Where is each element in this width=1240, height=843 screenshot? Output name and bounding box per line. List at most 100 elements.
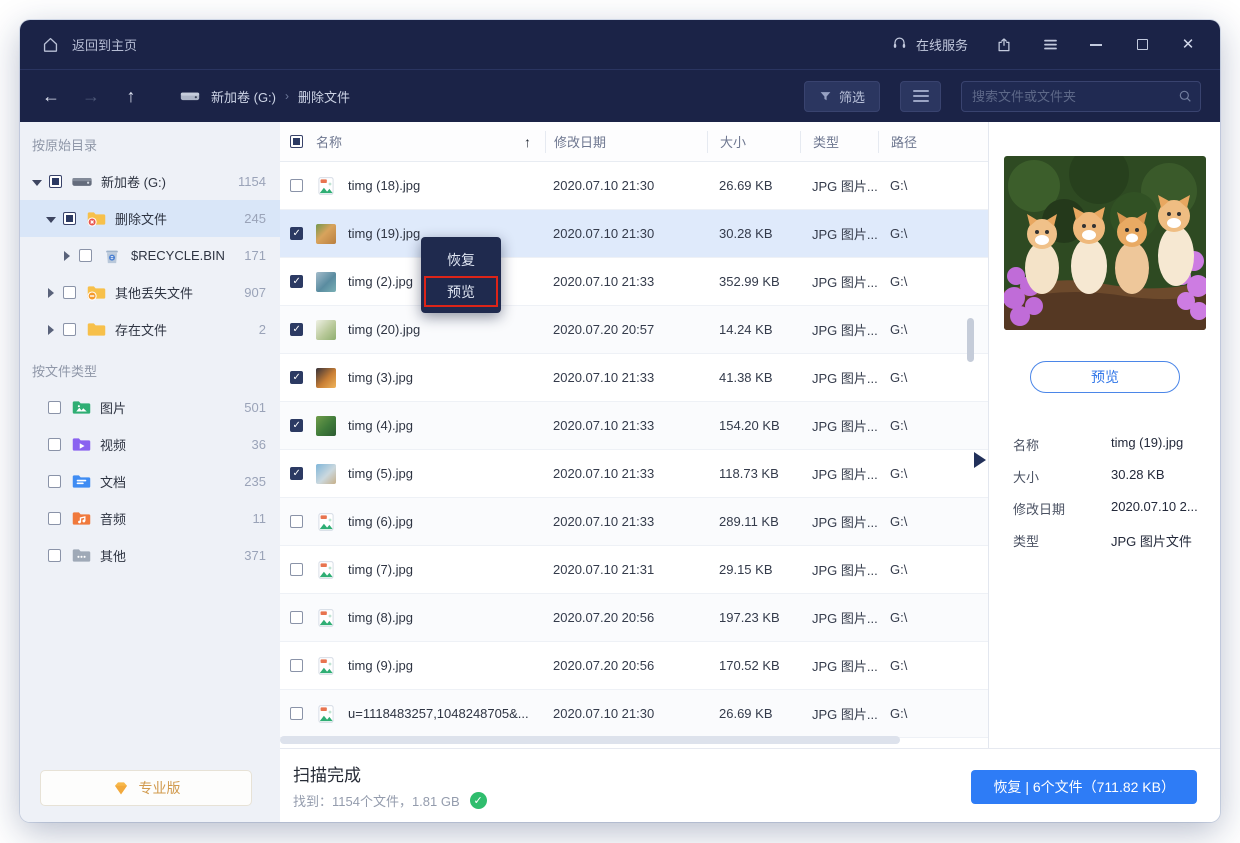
filetype-item-doc[interactable]: 文档235 — [20, 463, 280, 500]
tree-checkbox[interactable] — [79, 249, 92, 262]
tree-checkbox[interactable] — [63, 212, 76, 225]
file-path: G:\ — [878, 370, 988, 385]
detail-row: 名称timg (19).jpg — [989, 435, 1220, 455]
row-checkbox[interactable] — [290, 371, 303, 384]
forward-button[interactable]: → — [80, 87, 102, 105]
row-checkbox[interactable] — [290, 179, 303, 192]
up-button[interactable]: ↑ — [120, 87, 142, 105]
tree-item--recycle-bin[interactable]: $RECYCLE.BIN171 — [20, 237, 280, 274]
row-checkbox[interactable] — [290, 467, 303, 480]
table-row[interactable]: timg (2).jpg2020.07.10 21:33352.99 KBJPG… — [280, 258, 988, 306]
share-icon[interactable] — [994, 35, 1014, 55]
tree-item-label: $RECYCLE.BIN — [131, 248, 225, 263]
file-type: JPG 图片... — [800, 512, 878, 531]
table-row[interactable]: timg (6).jpg2020.07.10 21:33289.11 KBJPG… — [280, 498, 988, 546]
file-type: JPG 图片... — [800, 464, 878, 483]
tree-collapsed-icon[interactable] — [46, 288, 56, 298]
table-row[interactable]: timg (20).jpg2020.07.20 20:5714.24 KBJPG… — [280, 306, 988, 354]
table-row[interactable]: timg (19).jpg2020.07.10 21:3030.28 KBJPG… — [280, 210, 988, 258]
filter-button[interactable]: 筛选 — [804, 81, 880, 112]
context-menu-item-preview[interactable]: 预览 — [424, 276, 498, 307]
table-row[interactable]: u=1118483257,1048248705&...2020.07.10 21… — [280, 690, 988, 738]
row-checkbox[interactable] — [290, 227, 303, 240]
breadcrumb-drive[interactable]: 新加卷 (G:) — [211, 87, 276, 106]
menu-icon[interactable] — [1040, 35, 1060, 55]
filetype-checkbox[interactable] — [48, 549, 61, 562]
detail-label: 修改日期 — [1013, 499, 1065, 518]
context-menu-item-recover[interactable]: 恢复 — [421, 243, 501, 276]
file-type: JPG 图片... — [800, 560, 878, 579]
preview-collapse-arrow[interactable] — [974, 452, 986, 468]
column-path[interactable]: 路径 — [891, 132, 917, 151]
filetype-checkbox[interactable] — [48, 401, 61, 414]
breadcrumb-folder[interactable]: 删除文件 — [298, 87, 350, 106]
context-menu: 恢复预览 — [421, 237, 501, 313]
tree-checkbox[interactable] — [63, 323, 76, 336]
table-row[interactable]: timg (4).jpg2020.07.10 21:33154.20 KBJPG… — [280, 402, 988, 450]
type-image-icon — [70, 398, 92, 418]
row-checkbox[interactable] — [290, 275, 303, 288]
vertical-scrollbar[interactable] — [967, 318, 974, 362]
maximize-button[interactable] — [1132, 35, 1152, 55]
tree-item-drive[interactable]: 新加卷 (G:)1154 — [20, 163, 280, 200]
tree-collapsed-icon[interactable] — [46, 325, 56, 335]
tree-expanded-icon[interactable] — [32, 177, 42, 187]
file-path: G:\ — [878, 418, 988, 433]
row-checkbox[interactable] — [290, 611, 303, 624]
row-checkbox[interactable] — [290, 419, 303, 432]
column-name[interactable]: 名称 — [316, 132, 342, 151]
filetype-checkbox[interactable] — [48, 475, 61, 488]
filetype-checkbox[interactable] — [48, 512, 61, 525]
table-row[interactable]: timg (18).jpg2020.07.10 21:3026.69 KBJPG… — [280, 162, 988, 210]
row-checkbox[interactable] — [290, 707, 303, 720]
table-row[interactable]: timg (7).jpg2020.07.10 21:3129.15 KBJPG … — [280, 546, 988, 594]
image-thumbnail — [316, 224, 336, 244]
tree-checkbox[interactable] — [63, 286, 76, 299]
filetype-checkbox[interactable] — [48, 438, 61, 451]
table-row[interactable]: timg (5).jpg2020.07.10 21:33118.73 KBJPG… — [280, 450, 988, 498]
table-row[interactable]: timg (8).jpg2020.07.20 20:56197.23 KBJPG… — [280, 594, 988, 642]
minimize-button[interactable] — [1086, 35, 1106, 55]
table-row[interactable]: timg (3).jpg2020.07.10 21:3341.38 KBJPG … — [280, 354, 988, 402]
online-service-button[interactable]: 在线服务 — [891, 35, 968, 55]
select-all-checkbox[interactable] — [290, 135, 303, 148]
preview-button[interactable]: 预览 — [1030, 361, 1180, 393]
column-size[interactable]: 大小 — [720, 132, 746, 151]
recycle-bin-icon — [101, 246, 123, 266]
close-button[interactable]: ✕ — [1178, 35, 1198, 55]
row-checkbox[interactable] — [290, 563, 303, 576]
pro-version-button[interactable]: 专业版 — [40, 770, 252, 806]
column-type[interactable]: 类型 — [813, 132, 839, 151]
detail-row: 大小30.28 KB — [989, 467, 1220, 487]
file-type: JPG 图片... — [800, 656, 878, 675]
file-name: timg (8).jpg — [348, 610, 419, 625]
horizontal-scrollbar[interactable] — [280, 736, 900, 744]
drive-icon — [178, 86, 202, 106]
row-checkbox[interactable] — [290, 323, 303, 336]
tree-item--[interactable]: 其他丢失文件907 — [20, 274, 280, 311]
jpg-file-icon — [316, 560, 336, 580]
search-input[interactable] — [961, 81, 1201, 112]
filetype-item-video[interactable]: 视频36 — [20, 426, 280, 463]
sort-ascending-icon[interactable]: ↑ — [524, 134, 531, 150]
filetype-item-image[interactable]: 图片501 — [20, 389, 280, 426]
tree-collapsed-icon[interactable] — [62, 251, 72, 261]
tree-item--[interactable]: 存在文件2 — [20, 311, 280, 348]
back-button[interactable]: ← — [40, 87, 62, 105]
view-options-button[interactable] — [900, 81, 941, 112]
tree-expanded-icon[interactable] — [46, 214, 56, 224]
tree-item--[interactable]: 删除文件245 — [20, 200, 280, 237]
table-row[interactable]: timg (9).jpg2020.07.20 20:56170.52 KBJPG… — [280, 642, 988, 690]
file-name: timg (6).jpg — [348, 514, 419, 529]
row-checkbox[interactable] — [290, 515, 303, 528]
sidebar: 按原始目录 新加卷 (G:)1154删除文件245$RECYCLE.BIN171… — [20, 122, 280, 822]
filetype-item-audio[interactable]: 音频11 — [20, 500, 280, 537]
column-date[interactable]: 修改日期 — [554, 132, 606, 151]
row-checkbox[interactable] — [290, 659, 303, 672]
recover-button[interactable]: 恢复 | 6个文件（711.82 KB） — [971, 770, 1197, 804]
title-bar: 返回到主页 在线服务 ✕ — [20, 20, 1220, 70]
filetype-item-other[interactable]: 其他371 — [20, 537, 280, 574]
back-to-home-label: 返回到主页 — [72, 35, 137, 54]
tree-checkbox[interactable] — [49, 175, 62, 188]
back-to-home-button[interactable]: 返回到主页 — [40, 35, 137, 55]
